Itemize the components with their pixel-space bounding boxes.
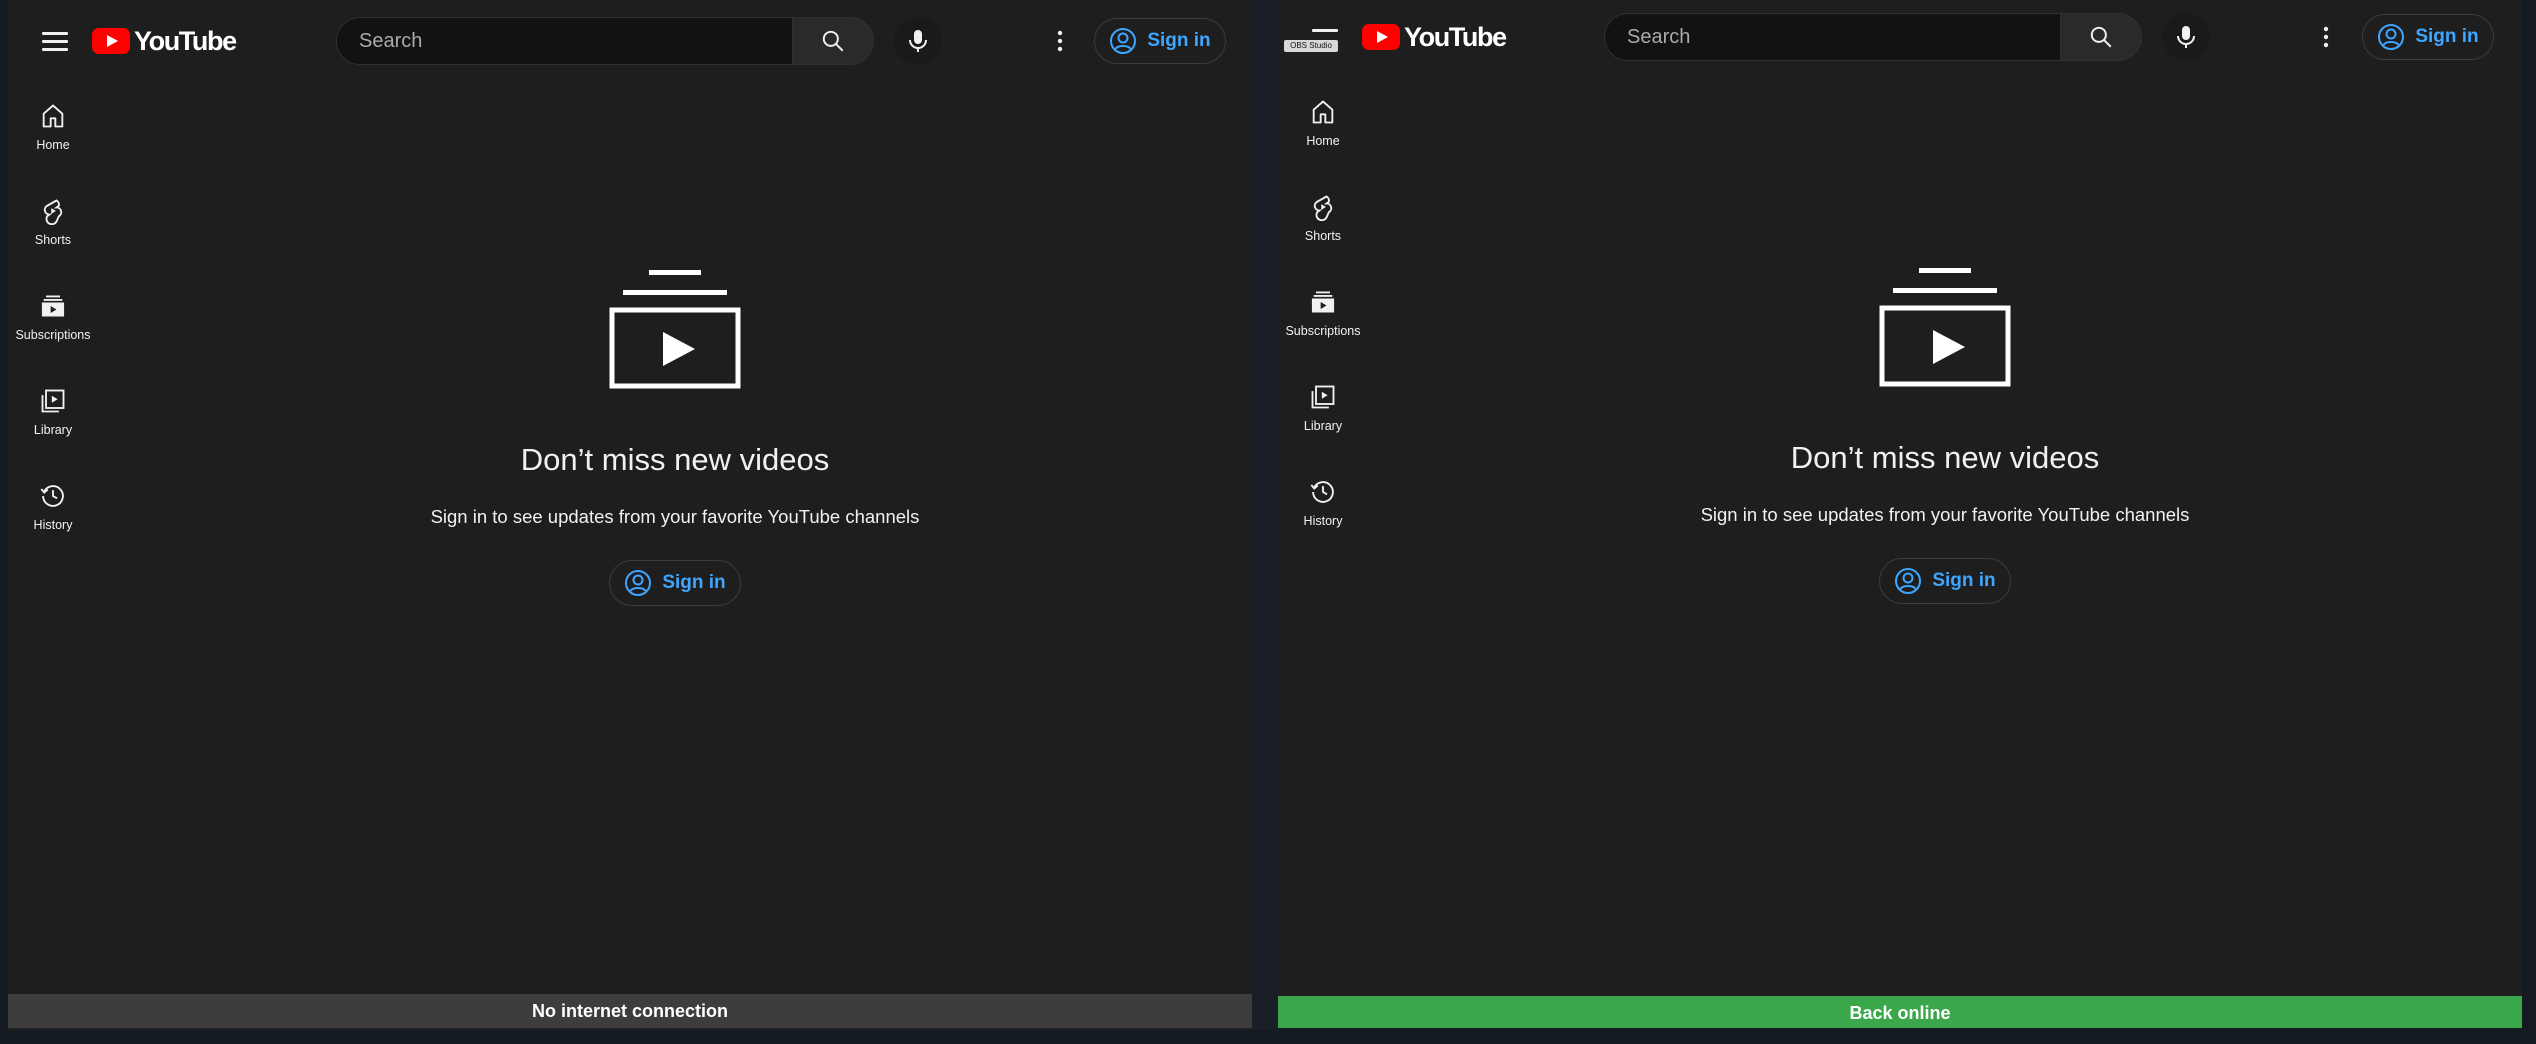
sidebar-item-library[interactable]: Library bbox=[8, 377, 98, 472]
sidebar-item-label: History bbox=[1303, 514, 1343, 528]
youtube-play-icon bbox=[1362, 24, 1400, 50]
menu-bar bbox=[1312, 28, 1338, 32]
sidebar-item-label: Subscriptions bbox=[15, 328, 91, 342]
more-vertical-icon bbox=[2323, 26, 2329, 48]
menu-bar bbox=[42, 39, 68, 43]
sign-in-cta-button[interactable]: Sign in bbox=[609, 560, 741, 606]
microphone-icon bbox=[909, 30, 927, 52]
sidebar-item-label: Library bbox=[1303, 419, 1343, 433]
search-icon bbox=[2090, 26, 2112, 48]
home-icon bbox=[42, 104, 64, 128]
search-input[interactable]: Search bbox=[336, 17, 792, 65]
sidebar-item-label: Subscriptions bbox=[1285, 324, 1361, 338]
shorts-icon bbox=[43, 199, 63, 225]
hamburger-menu-button[interactable] bbox=[30, 21, 80, 61]
youtube-window-online: OBS Studio YouTube Search Sign in Home S… bbox=[1278, 0, 2522, 1028]
sign-in-cta-label: Sign in bbox=[1932, 570, 1996, 591]
search-button[interactable] bbox=[792, 17, 874, 65]
empty-state-description: Sign in to see updates from your favorit… bbox=[1700, 504, 2190, 525]
logo-wordmark: YouTube bbox=[134, 25, 237, 56]
sidebar: Home Shorts Subscriptions Library Histor… bbox=[8, 92, 98, 567]
empty-state-description: Sign in to see updates from your favorit… bbox=[430, 506, 920, 527]
sign-in-label: Sign in bbox=[1147, 30, 1211, 51]
voice-search-button[interactable] bbox=[894, 17, 942, 65]
sidebar-item-label: Home bbox=[36, 138, 70, 152]
sidebar-item-home[interactable]: Home bbox=[8, 92, 98, 187]
sidebar: Home Shorts Subscriptions Library Histor… bbox=[1278, 88, 1368, 563]
settings-menu-button[interactable] bbox=[2310, 20, 2342, 54]
sign-in-cta-button[interactable]: Sign in bbox=[1879, 558, 2011, 604]
menu-bar bbox=[42, 31, 68, 35]
empty-state-title: Don’t miss new videos bbox=[520, 442, 830, 477]
history-icon bbox=[1310, 481, 1334, 503]
sidebar-item-history[interactable]: History bbox=[1278, 468, 1368, 563]
sidebar-item-subscriptions[interactable]: Subscriptions bbox=[1278, 278, 1368, 373]
search-button[interactable] bbox=[2060, 13, 2142, 61]
subscriptions-hero-icon bbox=[609, 270, 741, 389]
empty-state: Don’t miss new videos Sign in to see upd… bbox=[1368, 268, 2522, 604]
search-input[interactable]: Search bbox=[1604, 13, 2060, 61]
sidebar-item-label: Home bbox=[1306, 134, 1340, 148]
home-icon bbox=[1312, 100, 1334, 124]
top-bar: YouTube Search Sign in bbox=[8, 0, 1252, 82]
search-box: Search bbox=[1604, 12, 2210, 62]
shorts-icon bbox=[1313, 195, 1333, 221]
youtube-play-icon bbox=[92, 28, 130, 54]
youtube-logo[interactable]: YouTube bbox=[1362, 20, 1507, 54]
empty-state-title: Don’t miss new videos bbox=[1790, 440, 2100, 475]
sidebar-item-subscriptions[interactable]: Subscriptions bbox=[8, 282, 98, 377]
empty-state: Don’t miss new videos Sign in to see upd… bbox=[98, 270, 1252, 606]
account-circle-icon bbox=[1110, 28, 1137, 54]
sidebar-item-shorts[interactable]: Shorts bbox=[1278, 183, 1368, 278]
connection-status-bar: No internet connection bbox=[8, 994, 1252, 1028]
library-icon bbox=[1311, 385, 1335, 409]
search-box: Search bbox=[336, 16, 942, 66]
sign-in-button[interactable]: Sign in bbox=[2362, 14, 2494, 60]
youtube-window-offline: YouTube Search Sign in Home Shorts Subsc… bbox=[8, 0, 1252, 1030]
sidebar-item-label: History bbox=[33, 518, 73, 532]
obs-studio-badge: OBS Studio bbox=[1284, 40, 1338, 52]
history-icon bbox=[40, 485, 64, 507]
logo-wordmark: YouTube bbox=[1404, 21, 1507, 52]
bottom-edge bbox=[0, 1030, 2536, 1044]
sidebar-item-library[interactable]: Library bbox=[1278, 373, 1368, 468]
sidebar-item-label: Shorts bbox=[1304, 229, 1342, 243]
hamburger-menu-button[interactable] bbox=[1300, 18, 1350, 58]
sign-in-label: Sign in bbox=[2415, 26, 2479, 47]
search-icon bbox=[822, 30, 844, 52]
connection-status-bar: Back online bbox=[1278, 996, 2522, 1028]
more-vertical-icon bbox=[1057, 30, 1063, 52]
library-icon bbox=[41, 389, 65, 413]
sidebar-item-home[interactable]: Home bbox=[1278, 88, 1368, 183]
youtube-logo[interactable]: YouTube bbox=[92, 24, 237, 58]
menu-bar bbox=[42, 47, 68, 51]
sidebar-item-label: Library bbox=[33, 423, 73, 437]
account-circle-icon bbox=[1895, 568, 1922, 594]
screen: YouTube Search Sign in Home Shorts Subsc… bbox=[0, 0, 2536, 1044]
account-circle-icon bbox=[2378, 24, 2405, 50]
subscriptions-hero-icon bbox=[1879, 268, 2011, 387]
sign-in-cta-label: Sign in bbox=[662, 572, 726, 593]
subscriptions-icon bbox=[1311, 291, 1335, 313]
top-bar: OBS Studio YouTube Search Sign in bbox=[1278, 0, 2522, 82]
voice-search-button[interactable] bbox=[2162, 13, 2210, 61]
sign-in-button[interactable]: Sign in bbox=[1094, 18, 1226, 64]
microphone-icon bbox=[2177, 26, 2195, 48]
settings-menu-button[interactable] bbox=[1044, 24, 1076, 58]
account-circle-icon bbox=[625, 570, 652, 596]
sidebar-item-history[interactable]: History bbox=[8, 472, 98, 567]
sidebar-item-shorts[interactable]: Shorts bbox=[8, 187, 98, 282]
subscriptions-icon bbox=[41, 295, 65, 317]
sidebar-item-label: Shorts bbox=[34, 233, 72, 247]
window-divider bbox=[1252, 0, 1278, 1044]
